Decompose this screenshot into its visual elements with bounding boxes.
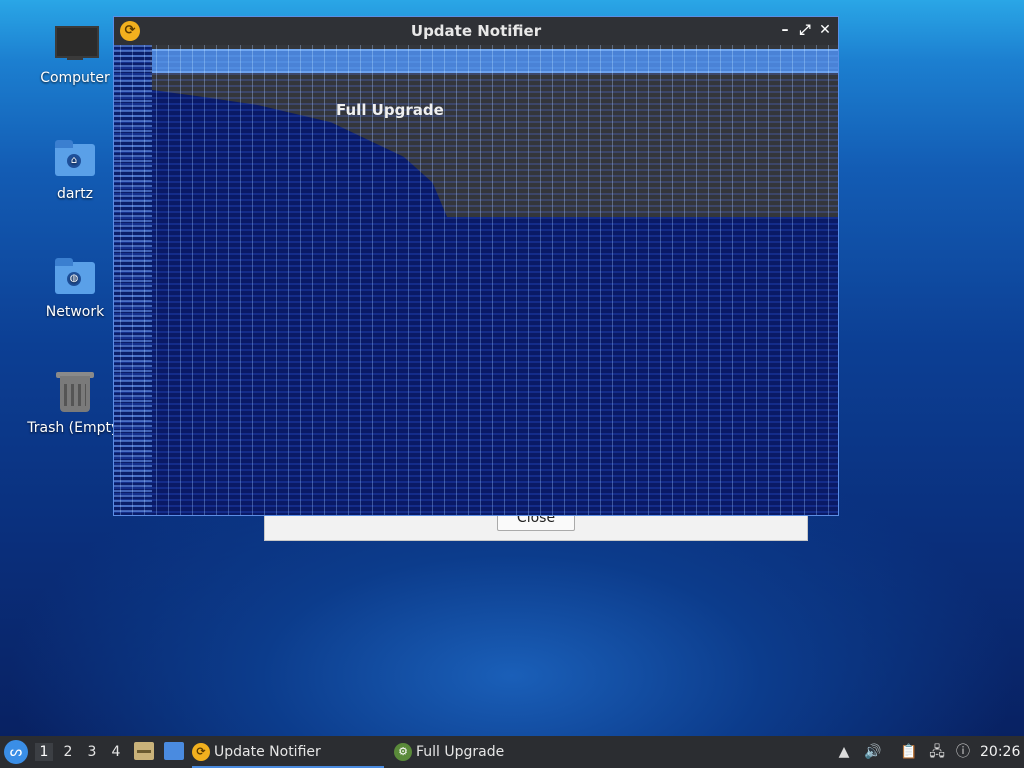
desktop-icon-home[interactable]: ⌂ dartz	[27, 138, 123, 202]
desktop-icon-label: Trash (Empty)	[27, 420, 125, 436]
task-full-upgrade[interactable]: ⚙ Full Upgrade	[394, 736, 584, 768]
clipboard-icon[interactable]: 📋	[900, 742, 918, 762]
update-notifier-window: ⟳ Update Notifier – ⤢ ✕ Full Upgrade	[113, 16, 839, 516]
start-menu-icon[interactable]: ᔕ	[4, 740, 28, 764]
minimize-button[interactable]: –	[776, 21, 794, 39]
task-label: Update Notifier	[214, 744, 321, 760]
task-update-notifier[interactable]: ⟳ Update Notifier	[192, 736, 384, 768]
network-folder-icon: ◍	[53, 256, 97, 300]
show-desktop-icon[interactable]	[164, 742, 184, 760]
window-content-glitched: Full Upgrade	[114, 45, 838, 515]
desktop-icon-label: Network	[45, 304, 105, 320]
desktop-icon-label: dartz	[56, 186, 94, 202]
desktop-icon-computer[interactable]: Computer	[27, 22, 123, 86]
workspace-4[interactable]: 4	[107, 743, 125, 761]
full-upgrade-heading: Full Upgrade	[336, 101, 444, 119]
maximize-button[interactable]: ⤢	[796, 21, 814, 39]
workspace-1[interactable]: 1	[35, 743, 53, 761]
home-folder-icon: ⌂	[53, 138, 97, 182]
task-label: Full Upgrade	[416, 744, 505, 760]
gear-icon: ⚙	[394, 743, 412, 761]
window-title: Update Notifier	[410, 22, 542, 40]
glitch-scanlines	[114, 45, 838, 515]
trash-icon	[54, 372, 98, 416]
taskbar: ᔕ 1 2 3 4 ⟳ Update Notifier ⚙ Full Upgrade…	[0, 736, 1024, 768]
workspace-3[interactable]: 3	[83, 743, 101, 761]
network-icon[interactable]: 🖧	[928, 742, 946, 762]
computer-icon	[53, 22, 99, 66]
update-notifier-icon: ⟳	[192, 743, 210, 761]
clock[interactable]: 20:26	[980, 736, 1020, 768]
workspace-2[interactable]: 2	[59, 743, 77, 761]
volume-icon[interactable]: 🔊	[864, 742, 882, 762]
update-badge-icon[interactable]: ⓘ	[954, 742, 972, 762]
close-window-button[interactable]: ✕	[816, 21, 834, 39]
window-titlebar[interactable]: ⟳ Update Notifier – ⤢ ✕	[114, 17, 838, 45]
desktop-icon-label: Computer	[40, 70, 110, 86]
desktop-icon-network[interactable]: ◍ Network	[27, 256, 123, 320]
file-manager-icon[interactable]	[134, 742, 154, 760]
up-arrow-icon[interactable]: ▲	[835, 742, 853, 762]
